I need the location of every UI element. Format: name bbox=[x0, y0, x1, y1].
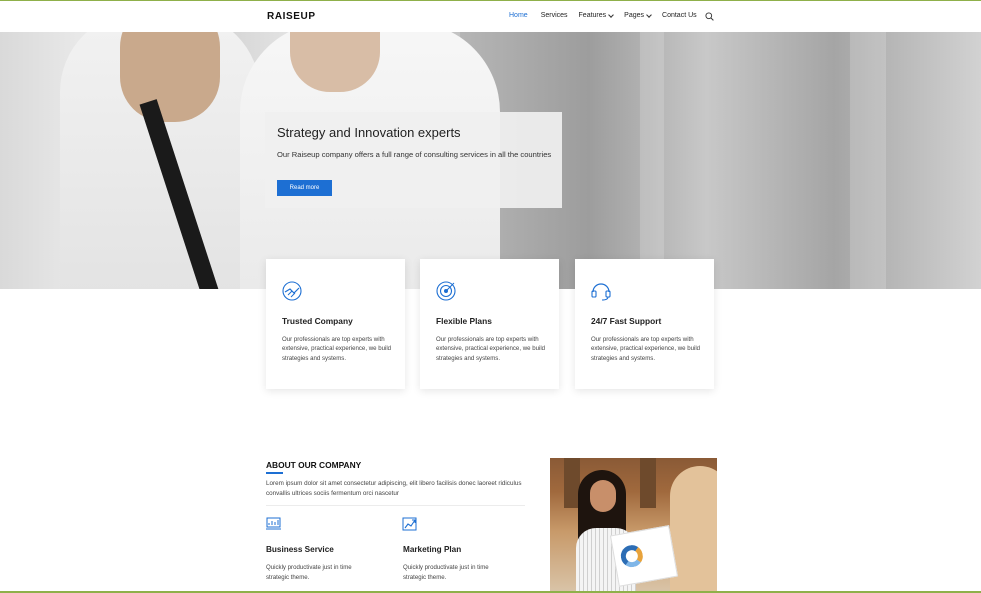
photo-chart-paper bbox=[609, 525, 679, 587]
photo-background-window bbox=[640, 458, 656, 508]
nav-item-label: Pages bbox=[624, 12, 645, 19]
search-icon[interactable] bbox=[705, 12, 714, 21]
hero-description: Our Raiseup company offers a full range … bbox=[277, 150, 552, 159]
nav-item-features[interactable]: Features bbox=[578, 11, 614, 19]
nav-item-pages[interactable]: Pages bbox=[624, 11, 652, 19]
hero-background-stripe bbox=[640, 32, 664, 289]
chevron-down-icon bbox=[646, 11, 652, 18]
donut-chart-icon bbox=[619, 543, 645, 569]
hero-background-stripe bbox=[850, 32, 886, 289]
target-icon bbox=[436, 281, 456, 301]
feature-card-trusted-company: Trusted Company Our professionals are to… bbox=[266, 259, 405, 389]
nav-item-label: Contact Us bbox=[662, 12, 697, 19]
site-logo[interactable]: RAISEUP bbox=[267, 11, 316, 22]
chevron-down-icon bbox=[608, 11, 614, 18]
nav-item-contact-us[interactable]: Contact Us bbox=[662, 12, 697, 19]
feature-card-title: Trusted Company bbox=[282, 316, 353, 326]
hero-photo-man-head bbox=[120, 32, 220, 122]
about-divider bbox=[266, 505, 525, 506]
chart-board-icon bbox=[266, 517, 281, 530]
main-nav: Home Services Features Pages Contact Us bbox=[509, 11, 697, 19]
read-more-button[interactable]: Read more bbox=[277, 180, 332, 196]
feature-card-text: Our professionals are top experts with e… bbox=[591, 336, 701, 362]
about-photo bbox=[550, 458, 717, 592]
feature-card-text: Our professionals are top experts with e… bbox=[436, 336, 546, 362]
about-description: Lorem ipsum dolor sit amet consectetur a… bbox=[266, 480, 522, 497]
nav-item-label: Home bbox=[509, 12, 528, 19]
feature-card-fast-support: 24/7 Fast Support Our professionals are … bbox=[575, 259, 714, 389]
nav-item-services[interactable]: Services bbox=[541, 12, 568, 19]
service-title-marketing: Marketing Plan bbox=[403, 545, 462, 554]
handshake-icon bbox=[282, 281, 302, 301]
nav-item-label: Features bbox=[578, 12, 607, 19]
about-title-underline bbox=[266, 472, 283, 474]
hero-banner: Strategy and Innovation experts Our Rais… bbox=[0, 32, 981, 289]
nav-item-label: Services bbox=[540, 12, 568, 19]
feature-card-text: Our professionals are top experts with e… bbox=[282, 336, 392, 362]
headset-icon bbox=[591, 283, 611, 301]
nav-item-home[interactable]: Home bbox=[509, 12, 528, 19]
service-text-marketing: Quickly productivate just in time strate… bbox=[403, 564, 489, 581]
feature-card-title: Flexible Plans bbox=[436, 316, 492, 326]
service-text-business: Quickly productivate just in time strate… bbox=[266, 564, 352, 581]
service-title-business: Business Service bbox=[266, 545, 334, 554]
photo-woman-face bbox=[590, 480, 616, 512]
site-header: RAISEUP Home Services Features Pages Con… bbox=[0, 1, 981, 32]
growth-chart-icon bbox=[402, 517, 417, 531]
hero-content-box: Strategy and Innovation experts Our Rais… bbox=[265, 112, 562, 208]
hero-title: Strategy and Innovation experts bbox=[277, 125, 461, 140]
feature-card-title: 24/7 Fast Support bbox=[591, 316, 662, 326]
feature-card-flexible-plans: Flexible Plans Our professionals are top… bbox=[420, 259, 559, 389]
about-section-title: ABOUT OUR COMPANY bbox=[266, 460, 362, 470]
